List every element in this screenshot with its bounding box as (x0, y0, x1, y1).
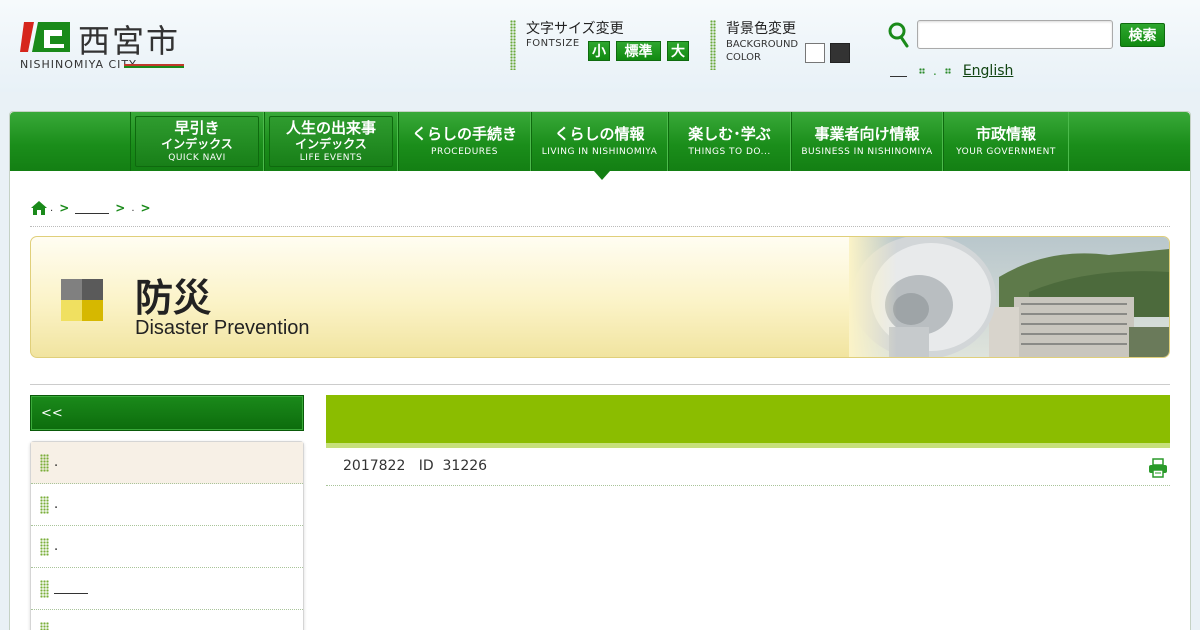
nav-business[interactable]: 事業者向け情報 BUSINESS IN NISHINOMIYA (791, 112, 943, 171)
nav-label: 事業者向け情報 (814, 124, 920, 143)
site-header: 西宮市 NISHINOMIYA CITY 文字サイズ変更 FONTSIZE 小 … (0, 0, 1200, 92)
search-icon (888, 22, 909, 48)
sidebar-back-link[interactable]: << (30, 395, 304, 431)
english-link[interactable]: English (963, 63, 1014, 79)
chevron-right-icon: > (115, 201, 126, 215)
sidebar-item[interactable]: . (31, 484, 303, 526)
nav-label-en: PROCEDURES (431, 146, 498, 157)
print-icon[interactable] (1148, 458, 1168, 478)
bg-color-title: 背景色変更 (726, 21, 796, 37)
dot-bullet-icon (40, 453, 49, 472)
nav-label: 早引き (174, 118, 220, 137)
sidebar-item-label: . (54, 539, 59, 554)
nav-things-to-do[interactable]: 楽しむ･学ぶ THINGS TO DO... (668, 112, 791, 171)
nav-quick-navi[interactable]: 早引き インデックス QUICK NAVI (130, 112, 264, 171)
section-title: 防災 (135, 275, 212, 320)
sidebar-item-label: . (54, 455, 59, 470)
lang-link-blank[interactable] (890, 65, 907, 77)
nav-label-en: LIFE EVENTS (299, 152, 363, 163)
nav-active-pointer (594, 171, 610, 180)
section-title-en: Disaster Prevention (135, 317, 310, 339)
nav-procedures[interactable]: くらしの手続き PROCEDURES (398, 112, 531, 171)
font-size-sub: FONTSIZE (526, 38, 580, 49)
siren-photo (849, 237, 1169, 357)
dot-bullet-icon (40, 537, 49, 556)
search-input[interactable] (917, 20, 1113, 49)
nav-life-events[interactable]: 人生の出来事 インデックス LIFE EVENTS (264, 112, 398, 171)
nav-label-sub: インデックス (161, 136, 233, 151)
sidebar-item[interactable]: . (31, 610, 303, 630)
dot-bullet-icon (40, 495, 49, 514)
bg-white-button[interactable] (805, 43, 825, 63)
article-title-bar (326, 395, 1170, 448)
nav-label-en: BUSINESS IN NISHINOMIYA (801, 146, 933, 157)
city-name-en: NISHINOMIYA CITY (20, 58, 137, 71)
language-links: . English (890, 61, 1013, 81)
sidebar-item[interactable]: . (31, 442, 303, 484)
nav-government[interactable]: 市政情報 YOUR GOVERNMENT (943, 112, 1069, 171)
dot-divider (510, 20, 516, 70)
nav-label: くらしの手続き (411, 124, 517, 143)
bg-color-sub: BACKGROUND COLOR (726, 39, 799, 63)
breadcrumb-dot: . (131, 202, 135, 214)
city-emblem-icon (20, 22, 70, 52)
divider (30, 384, 1170, 385)
nav-label-en: QUICK NAVI (168, 152, 226, 163)
nav-label-en: THINGS TO DO... (688, 146, 771, 157)
global-nav: 早引き インデックス QUICK NAVI 人生の出来事 インデックス LIFE… (10, 112, 1190, 171)
category-square-icon (61, 279, 103, 321)
dot-separator (919, 68, 925, 74)
background-color-control: 背景色変更 BACKGROUND COLOR (710, 18, 860, 72)
logo-underline (124, 64, 184, 68)
sidebar-item[interactable]: . (31, 526, 303, 568)
main-content: 早引き インデックス QUICK NAVI 人生の出来事 インデックス LIFE… (9, 111, 1191, 630)
font-size-control: 文字サイズ変更 FONTSIZE 小 標準 大 (510, 18, 700, 72)
dot-bullet-icon (40, 579, 49, 598)
city-name: 西宮市 (78, 22, 181, 60)
lang-link-dot[interactable]: . (933, 64, 937, 78)
site-logo[interactable]: 西宮市 NISHINOMIYA CITY (20, 18, 190, 74)
nav-label-sub: インデックス (295, 136, 367, 151)
sidebar-item-label: . (54, 623, 58, 630)
breadcrumb-dot: . (50, 202, 54, 214)
nav-living[interactable]: くらしの情報 LIVING IN NISHINOMIYA (531, 112, 668, 171)
sidebar-item-link[interactable] (54, 583, 88, 594)
dot-divider (710, 20, 716, 70)
sidebar-item[interactable] (31, 568, 303, 610)
nav-label: 楽しむ･学ぶ (688, 124, 771, 143)
nav-label: 人生の出来事 (285, 118, 376, 137)
sidebar-item-label: . (54, 497, 59, 512)
home-icon[interactable] (30, 200, 48, 216)
search-button[interactable]: 検索 (1120, 23, 1165, 47)
divider (326, 485, 1170, 486)
nav-label-en: LIVING IN NISHINOMIYA (541, 146, 658, 157)
chevron-right-icon: > (59, 201, 70, 215)
nav-label: くらしの情報 (554, 124, 645, 143)
divider (30, 226, 1170, 227)
section-banner: 防災 Disaster Prevention (30, 236, 1170, 358)
nav-label-en: YOUR GOVERNMENT (956, 146, 1056, 157)
dot-bullet-icon (40, 621, 49, 630)
breadcrumb: . > > . > (30, 198, 157, 218)
sidebar-menu: . . . . (30, 441, 304, 630)
dot-separator (944, 68, 951, 74)
font-size-title: 文字サイズ変更 (526, 21, 624, 37)
breadcrumb-link[interactable] (75, 202, 110, 214)
font-standard-button[interactable]: 標準 (616, 41, 661, 61)
font-large-button[interactable]: 大 (667, 41, 689, 61)
chevron-right-icon: > (140, 201, 151, 215)
font-small-button[interactable]: 小 (588, 41, 610, 61)
article-meta: 2017822 ID 31226 (343, 458, 488, 474)
bg-black-button[interactable] (830, 43, 850, 63)
nav-label: 市政情報 (975, 124, 1036, 143)
